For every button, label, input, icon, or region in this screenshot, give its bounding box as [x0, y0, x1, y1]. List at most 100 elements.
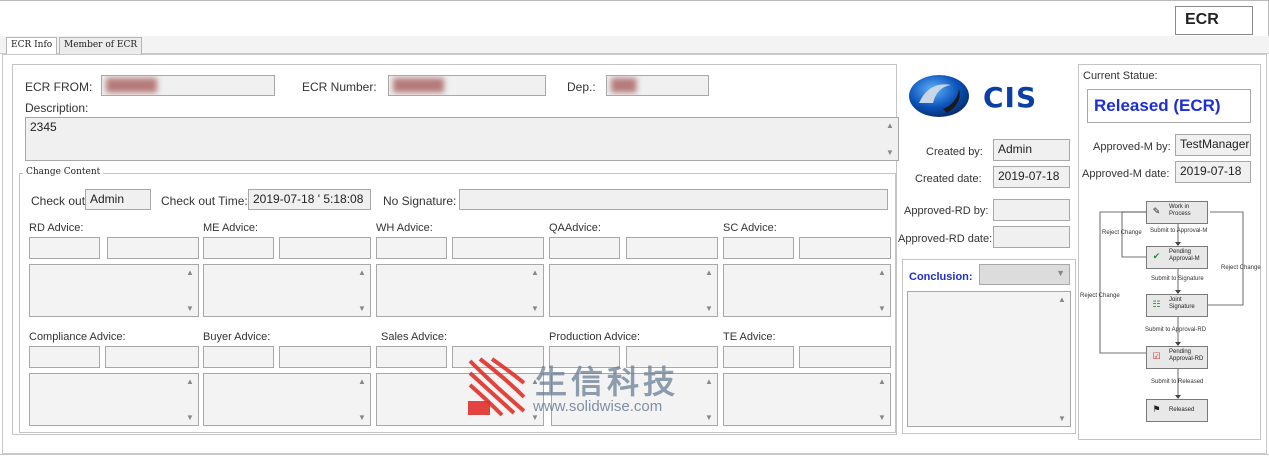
wf-node-work-in-process[interactable]: ✎ Work in Process	[1146, 201, 1208, 224]
te-advice-date-field[interactable]	[799, 346, 891, 368]
sc-advice-scrollbar[interactable]: ▲ ▼	[876, 266, 889, 315]
approved-rd-date-field[interactable]	[993, 226, 1070, 248]
te-advice-user-field[interactable]	[723, 346, 794, 368]
description-scrollbar[interactable]: ▲ ▼	[884, 119, 897, 159]
scroll-up-icon[interactable]: ▲	[705, 268, 713, 277]
wh-advice-date-field[interactable]	[452, 237, 544, 259]
wf-node-pending-approval-m[interactable]: ✔ Pending Approval-M	[1146, 246, 1208, 269]
production-advice-scrollbar[interactable]: ▲ ▼	[703, 375, 716, 424]
ecr-number-field[interactable]: ██████	[388, 75, 546, 96]
current-status-value: Released (ECR)	[1087, 89, 1251, 123]
approved-m-by-field[interactable]: TestManager	[1175, 134, 1251, 156]
te-advice-textarea[interactable]: ▲ ▼	[723, 373, 891, 426]
wh-advice-user-field[interactable]	[376, 237, 447, 259]
scroll-down-icon[interactable]: ▼	[878, 413, 886, 422]
dep-field[interactable]: ███	[606, 75, 709, 96]
sc-advice-label: SC Advice:	[723, 222, 777, 234]
no-signature-label: No Signature:	[383, 194, 457, 208]
scroll-down-icon[interactable]: ▼	[531, 304, 539, 313]
compliance-advice-user-field[interactable]	[29, 346, 100, 368]
tab-member-of-ecr[interactable]: Member of ECR	[59, 37, 143, 54]
buyer-advice-textarea[interactable]: ▲ ▼	[203, 373, 371, 426]
qa-advice-scrollbar[interactable]: ▲ ▼	[703, 266, 716, 315]
me-advice-user-field[interactable]	[203, 237, 274, 259]
scroll-down-icon[interactable]: ▼	[886, 148, 894, 157]
approved-m-date-label: Approved-M date:	[1082, 168, 1170, 180]
wh-advice-textarea[interactable]: ▲ ▼	[376, 264, 544, 317]
scroll-down-icon[interactable]: ▼	[705, 304, 713, 313]
scroll-up-icon[interactable]: ▲	[705, 377, 713, 386]
signature-icon: ☷	[1152, 299, 1161, 309]
scroll-up-icon[interactable]: ▲	[358, 377, 366, 386]
scroll-down-icon[interactable]: ▼	[878, 304, 886, 313]
wf-edge-label: Submit to Approval-M	[1150, 228, 1208, 234]
tab-ecr-info[interactable]: ECR Info	[6, 37, 58, 55]
approved-rd-by-field[interactable]	[993, 199, 1070, 221]
scroll-down-icon[interactable]: ▼	[186, 413, 194, 422]
me-advice-date-field[interactable]	[279, 237, 371, 259]
scroll-up-icon[interactable]: ▲	[186, 268, 194, 277]
wf-node-joint-signature[interactable]: ☷ Joint Signature	[1146, 294, 1208, 317]
scroll-up-icon[interactable]: ▲	[531, 268, 539, 277]
conclusion-scrollbar[interactable]: ▲ ▼	[1056, 293, 1069, 425]
ecr-from-field[interactable]: ██████	[101, 75, 275, 96]
rd-advice-scrollbar[interactable]: ▲ ▼	[184, 266, 197, 315]
te-advice-scrollbar[interactable]: ▲ ▼	[876, 375, 889, 424]
me-advice-textarea[interactable]: ▲ ▼	[203, 264, 371, 317]
flag-icon: ⚑	[1152, 404, 1161, 414]
check-out-field[interactable]: Admin	[85, 189, 151, 210]
compliance-advice-textarea[interactable]: ▲ ▼	[29, 373, 199, 426]
approved-m-date-field[interactable]: 2019-07-18	[1175, 161, 1251, 183]
solidwise-logo	[468, 357, 526, 417]
te-advice-label: TE Advice:	[723, 331, 776, 343]
scroll-up-icon[interactable]: ▲	[358, 268, 366, 277]
check-out-label: Check out:	[31, 194, 89, 208]
wh-advice-scrollbar[interactable]: ▲ ▼	[529, 266, 542, 315]
scroll-down-icon[interactable]: ▼	[1058, 414, 1066, 423]
buyer-advice-label: Buyer Advice:	[203, 331, 271, 343]
wf-node-released[interactable]: ⚑ Released	[1146, 399, 1208, 422]
scroll-down-icon[interactable]: ▼	[358, 304, 366, 313]
wf-node-pending-approval-rd[interactable]: ☑ Pending Approval-RD	[1146, 346, 1208, 369]
scroll-down-icon[interactable]: ▼	[186, 304, 194, 313]
scroll-up-icon[interactable]: ▲	[878, 377, 886, 386]
conclusion-textarea[interactable]: ▲ ▼	[907, 291, 1071, 427]
sc-advice-user-field[interactable]	[723, 237, 794, 259]
no-signature-field[interactable]	[459, 189, 888, 210]
check-icon: ✔	[1152, 251, 1161, 261]
scroll-up-icon[interactable]: ▲	[1058, 295, 1066, 304]
buyer-advice-user-field[interactable]	[203, 346, 274, 368]
rd-advice-textarea[interactable]: ▲ ▼	[29, 264, 199, 317]
created-date-field[interactable]: 2019-07-18	[993, 166, 1070, 188]
scroll-up-icon[interactable]: ▲	[886, 121, 894, 130]
wf-reject-label: Reject Change	[1102, 230, 1142, 236]
created-by-field[interactable]: Admin	[993, 139, 1070, 161]
me-advice-scrollbar[interactable]: ▲ ▼	[356, 266, 369, 315]
buyer-advice-date-field[interactable]	[279, 346, 371, 368]
cis-logo-text: CIS	[983, 81, 1038, 114]
qa-advice-date-field[interactable]	[626, 237, 718, 259]
description-textarea[interactable]: 2345 ▲ ▼	[25, 117, 899, 161]
scroll-down-icon[interactable]: ▼	[358, 413, 366, 422]
scroll-up-icon[interactable]: ▲	[878, 268, 886, 277]
sales-advice-user-field[interactable]	[376, 346, 447, 368]
qa-advice-textarea[interactable]: ▲ ▼	[549, 264, 718, 317]
rd-advice-user-field[interactable]	[29, 237, 100, 259]
watermark-text: 生信科技	[535, 364, 680, 400]
sales-advice-label: Sales Advice:	[381, 331, 448, 343]
rd-advice-date-field[interactable]	[107, 237, 199, 259]
chevron-down-icon[interactable]: ▼	[1056, 268, 1065, 278]
bottom-frame	[0, 454, 1269, 461]
qa-advice-user-field[interactable]	[549, 237, 620, 259]
check-out-time-field[interactable]: 2019-07-18 ' 5:18:08	[248, 189, 371, 210]
sc-advice-textarea[interactable]: ▲ ▼	[723, 264, 891, 317]
compliance-advice-date-field[interactable]	[105, 346, 199, 368]
buyer-advice-scrollbar[interactable]: ▲ ▼	[356, 375, 369, 424]
sc-advice-date-field[interactable]	[799, 237, 891, 259]
scroll-down-icon[interactable]: ▼	[705, 413, 713, 422]
approved-rd-by-label: Approved-RD by:	[904, 205, 989, 217]
ecr-number-label: ECR Number:	[302, 80, 377, 94]
scroll-up-icon[interactable]: ▲	[186, 377, 194, 386]
conclusion-select[interactable]: ▼	[979, 264, 1070, 285]
compliance-advice-scrollbar[interactable]: ▲ ▼	[184, 375, 197, 424]
